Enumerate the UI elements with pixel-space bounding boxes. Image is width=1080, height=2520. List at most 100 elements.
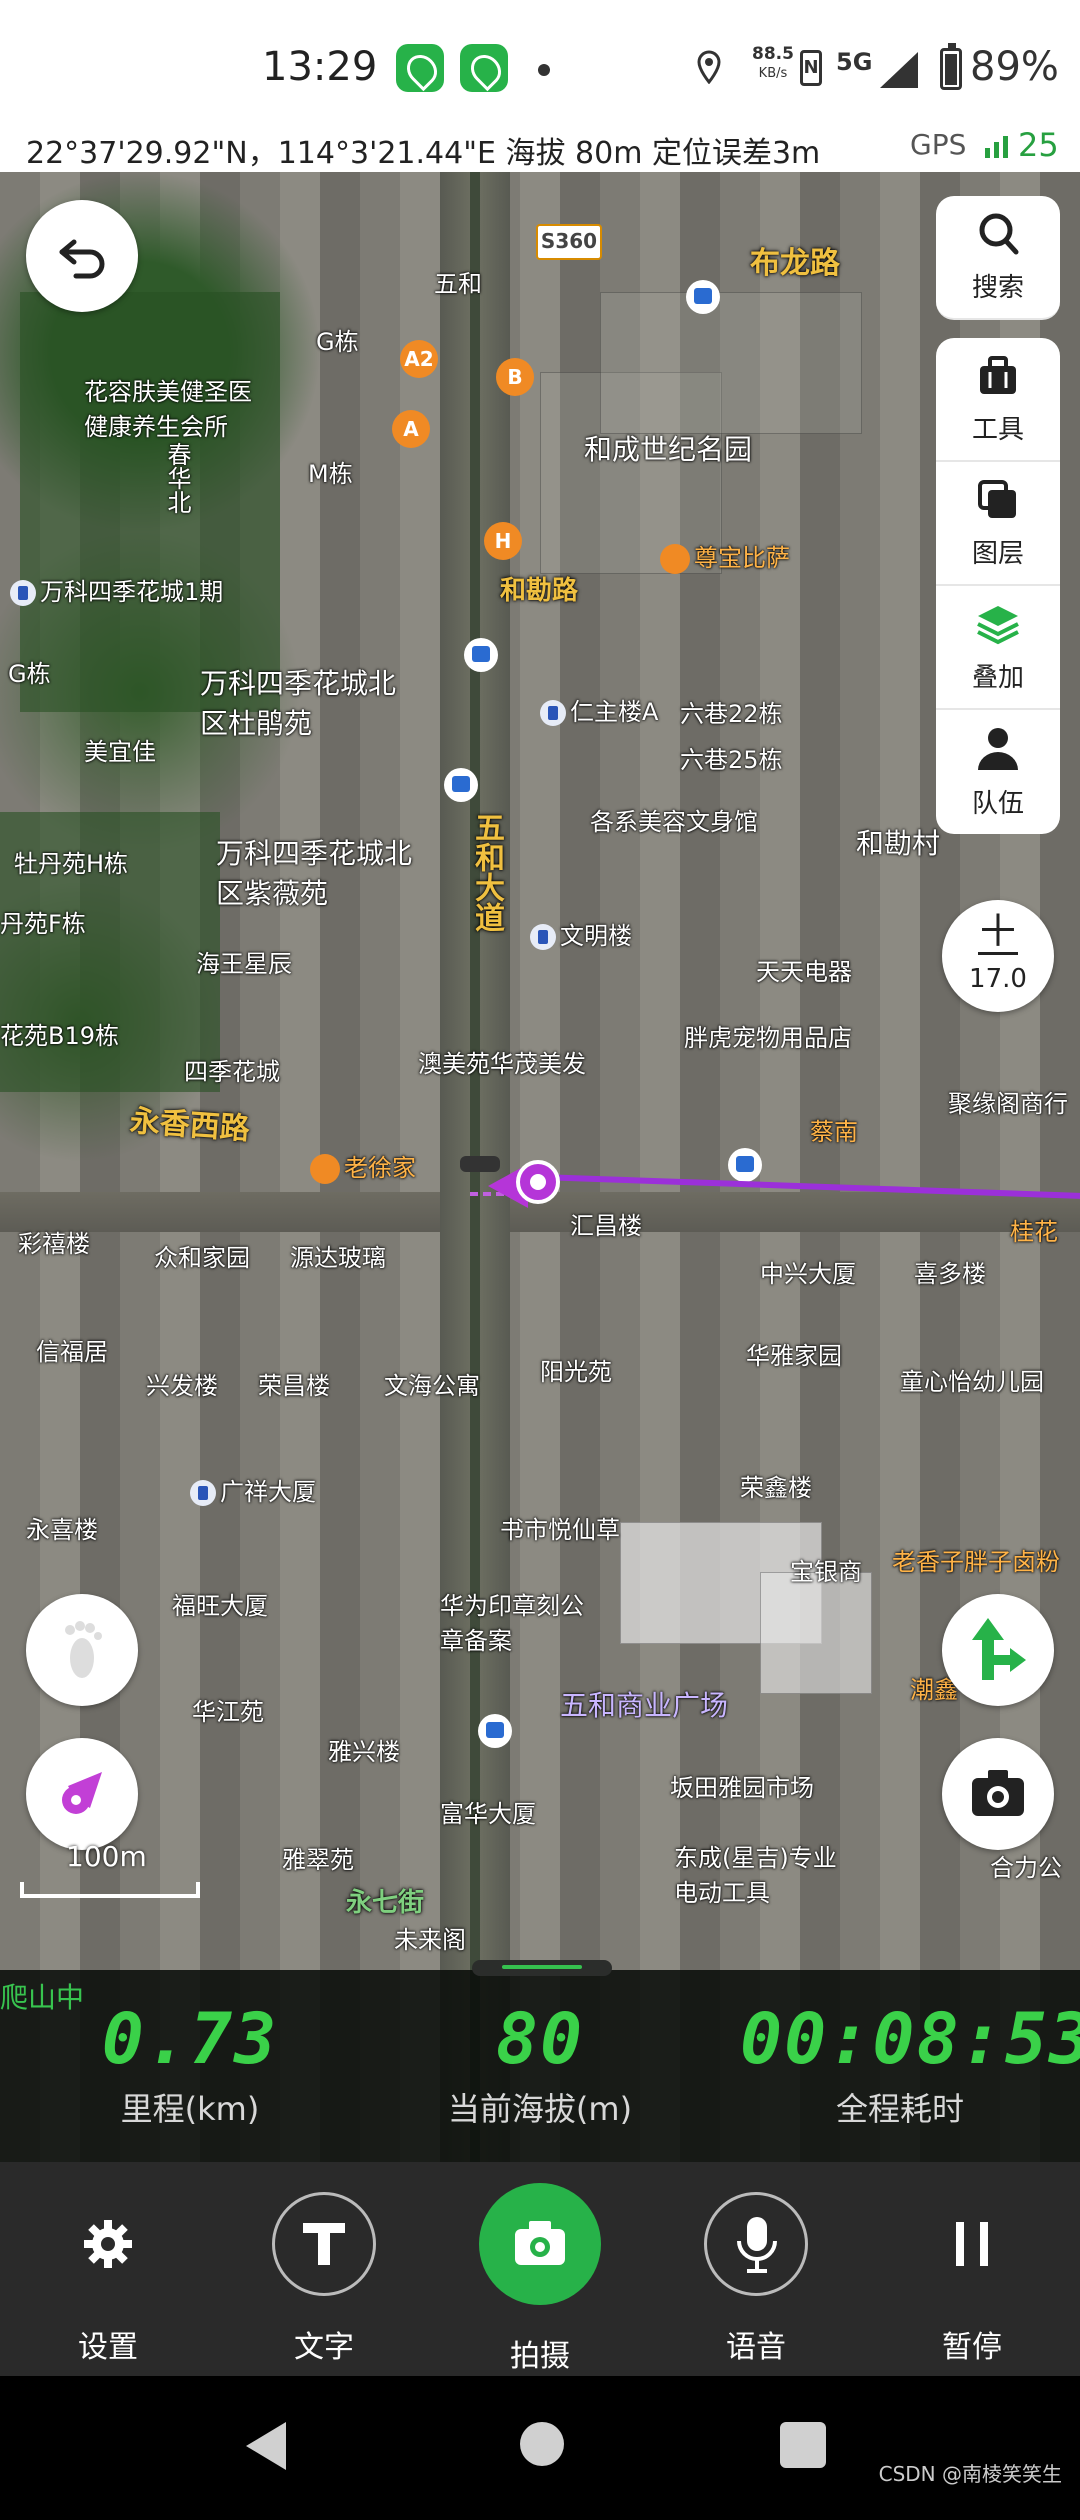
map-poi[interactable]: 书市悦仙草 (500, 1510, 620, 1545)
map-poi[interactable]: 聚缘阁商行 (948, 1084, 1068, 1119)
zoom-control[interactable]: ＋ 17.0 (942, 900, 1054, 1012)
bus-stop-icon[interactable] (686, 280, 720, 314)
map-poi[interactable]: 华雅家园 (746, 1336, 842, 1371)
map-poi[interactable]: 丹苑F栋 (0, 904, 86, 939)
map-poi[interactable]: 和成世纪名园 (584, 428, 752, 468)
system-home-icon[interactable] (520, 2422, 564, 2466)
map-poi[interactable]: 桂花 (1010, 1212, 1058, 1247)
back-button[interactable] (26, 200, 138, 312)
map-poi[interactable]: 雅翠苑 (282, 1840, 354, 1875)
voice-note-button-circle[interactable] (704, 2192, 808, 2296)
map-poi[interactable]: 合力公 (990, 1848, 1062, 1883)
map-poi[interactable]: 老香子胖子卤粉 (892, 1542, 1060, 1577)
map-poi[interactable]: G栋 (316, 322, 359, 357)
map-poi[interactable]: 仁主楼A (540, 692, 658, 727)
map-poi[interactable]: 四季花城 (184, 1052, 280, 1087)
metro-exit-marker[interactable]: A (392, 410, 430, 448)
bus-stop-icon[interactable] (728, 1148, 762, 1182)
system-recents-icon[interactable] (780, 2422, 826, 2468)
map-poi[interactable]: 海王星辰 (196, 944, 292, 979)
voice-note-button[interactable]: 语音 (686, 2192, 826, 2366)
map-poi[interactable]: 文明楼 (530, 916, 632, 951)
map-poi[interactable]: 万科四季花城1期 (10, 572, 223, 607)
system-back-icon[interactable] (246, 2422, 286, 2470)
map-poi[interactable]: 六巷22栋 (680, 694, 783, 729)
map-poi[interactable]: 花苑B19栋 (0, 1016, 119, 1051)
map-poi[interactable]: 源达玻璃 (290, 1238, 386, 1273)
map-poi[interactable]: 坂田雅园市场 (670, 1768, 814, 1803)
map-poi[interactable]: 五和 (434, 264, 482, 299)
bus-stop-icon[interactable] (444, 768, 478, 802)
overlay-button[interactable]: 叠加 (936, 586, 1060, 710)
zoom-in-icon[interactable]: ＋ (942, 910, 1054, 954)
text-note-button-circle[interactable] (272, 2192, 376, 2296)
pause-button[interactable]: 暂停 (902, 2192, 1042, 2366)
tools-button[interactable]: 工具 (936, 338, 1060, 462)
map-poi[interactable]: 信福居 (36, 1332, 108, 1367)
map-poi[interactable]: 牡丹苑H栋 (14, 844, 128, 879)
map-poi[interactable]: 广祥大厦 (190, 1472, 316, 1507)
map-poi[interactable]: 宝银商 (790, 1552, 862, 1587)
map-poi[interactable]: 雅兴楼 (328, 1732, 400, 1767)
map-poi[interactable]: 富华大厦 (440, 1794, 536, 1829)
text-note-button[interactable]: 文字 (254, 2192, 394, 2366)
map-poi[interactable]: 和勘村 (856, 822, 940, 862)
map-poi[interactable]: 澳美苑华茂美发 (418, 1044, 586, 1079)
map-poi[interactable]: 六巷25栋 (680, 740, 783, 775)
map-poi[interactable]: 未来阁 (394, 1920, 466, 1955)
map-poi[interactable]: 万科四季花城北区杜鹃苑 (200, 662, 400, 742)
satellite-map[interactable]: S360 布龙路 五和大道 永香西路 和勘路 永七街 A2 B A H 五和 G… (0, 172, 1080, 2162)
map-poi[interactable]: 花容肤美健圣医健康养生会所 (84, 372, 274, 442)
map-poi[interactable]: 荣昌楼 (258, 1366, 330, 1401)
map-poi[interactable]: 汇昌楼 (570, 1206, 642, 1241)
settings-button-circle[interactable] (56, 2192, 160, 2296)
metro-exit-marker[interactable]: A2 (400, 340, 438, 378)
map-poi[interactable]: 尊宝比萨 (660, 538, 790, 574)
drag-handle[interactable] (472, 1960, 612, 1976)
footprint-button[interactable] (26, 1594, 138, 1706)
zoom-out-icon[interactable] (978, 952, 1018, 955)
camera-button[interactable] (942, 1738, 1054, 1850)
map-poi[interactable]: 老徐家 (310, 1148, 416, 1184)
map-poi[interactable]: 胖虎宠物用品店 (684, 1018, 852, 1053)
map-poi[interactable]: 阳光苑 (540, 1352, 612, 1387)
search-button[interactable]: 搜索 (936, 196, 1060, 320)
pause-button-circle[interactable] (920, 2192, 1024, 2296)
map-poi[interactable]: 春华北 (160, 442, 195, 514)
map-poi[interactable]: 蔡南 (810, 1112, 858, 1147)
map-poi[interactable]: 中兴大厦 (760, 1254, 856, 1289)
map-poi[interactable]: 美宜佳 (84, 732, 156, 767)
take-photo-button[interactable]: 拍摄 (470, 2183, 610, 2375)
back-arrow-icon (59, 239, 105, 279)
map-poi[interactable]: 华为印章刻公章备案 (440, 1586, 590, 1656)
take-photo-button-circle[interactable] (479, 2183, 601, 2305)
map-poi[interactable]: M栋 (308, 454, 353, 489)
team-button[interactable]: 队伍 (936, 710, 1060, 834)
compass-button[interactable] (26, 1738, 138, 1850)
map-poi[interactable]: 永喜楼 (26, 1510, 98, 1545)
metro-exit-marker[interactable]: H (484, 522, 522, 560)
bus-stop-icon[interactable] (464, 638, 498, 672)
map-poi[interactable]: 东成(星吉)专业电动工具 (674, 1838, 854, 1908)
map-poi[interactable]: 彩禧楼 (18, 1224, 90, 1259)
map-poi[interactable]: 天天电器 (756, 952, 852, 987)
map-poi[interactable]: 华江苑 (192, 1692, 264, 1727)
map-poi[interactable]: 五和商业广场 (560, 1684, 728, 1724)
metro-exit-marker[interactable]: B (496, 358, 534, 396)
layers-button[interactable]: 图层 (936, 462, 1060, 586)
map-poi[interactable]: G栋 (8, 654, 51, 689)
map-side-panel: 搜索 工具 图层 叠加 队伍 (936, 196, 1060, 834)
map-poi[interactable]: 喜多楼 (914, 1254, 986, 1289)
map-poi[interactable]: 万科四季花城北区紫薇苑 (216, 832, 416, 912)
map-poi[interactable]: 众和家园 (154, 1238, 250, 1273)
map-poi[interactable]: 童心怡幼儿园 (900, 1362, 1044, 1397)
navigate-button[interactable] (942, 1594, 1054, 1706)
map-poi[interactable]: 荣鑫楼 (740, 1468, 812, 1503)
map-poi[interactable]: 福旺大厦 (172, 1586, 268, 1621)
settings-button[interactable]: 设置 (38, 2192, 178, 2366)
map-poi[interactable]: 各系美容文身馆 (590, 802, 758, 837)
camera-icon (972, 1770, 1024, 1816)
map-poi[interactable]: 兴发楼 (146, 1366, 218, 1401)
bus-stop-icon[interactable] (478, 1714, 512, 1748)
map-poi[interactable]: 文海公寓 (384, 1366, 480, 1401)
